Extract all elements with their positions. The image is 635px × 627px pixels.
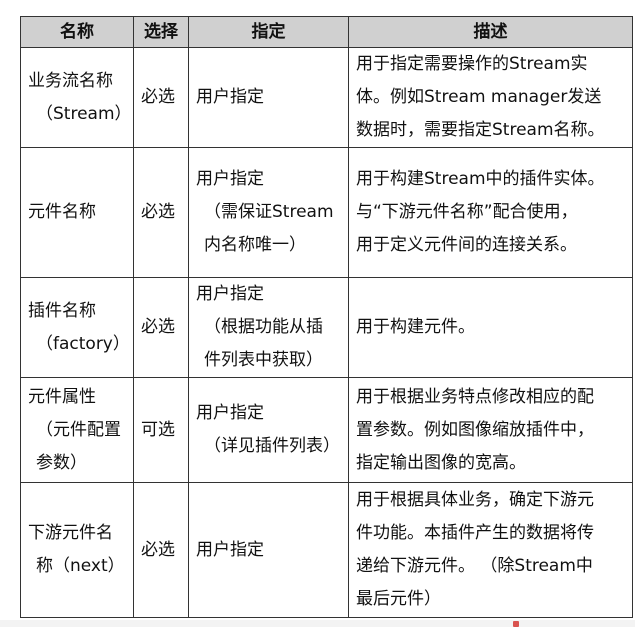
table-body: 业务流名称 （Stream） 必选 用户指定 用于指定需要操作的Stream实 体。例如S… bbox=[20, 47, 633, 618]
cell-choice: 必选 bbox=[133, 47, 189, 148]
header-spec: 指定 bbox=[188, 16, 349, 48]
cell-spec-line: 内名称唯一） bbox=[204, 235, 306, 255]
cell-spec: 用户指定 bbox=[188, 482, 349, 618]
cell-desc-line: 用于指定需要操作的Stream实 bbox=[356, 54, 588, 74]
cell-name-line: （Stream） bbox=[36, 103, 132, 124]
cell-desc: 用于根据具体业务，确定下游元 件功能。本插件产生的数据将传 递给下游元件。 （除St… bbox=[348, 482, 633, 618]
cell-name: 插件名称 （factory） bbox=[20, 277, 134, 378]
cell-spec-line: （根据功能从插 bbox=[204, 317, 323, 337]
cell-name-line: 称（next） bbox=[36, 556, 125, 576]
cell-desc-line: 置参数。例如图像缩放插件中， bbox=[356, 419, 594, 440]
cell-desc-line: 用于构建Stream中的插件实体。 bbox=[356, 169, 605, 189]
cell-name: 元件名称 bbox=[20, 147, 134, 278]
table-row: 元件名称 必选 用户指定 （需保证Stream 内名称唯一） 用于构建Stream中的插件… bbox=[20, 147, 633, 278]
cell-name-line: 下游元件名 bbox=[28, 523, 113, 543]
table-row: 元件属性 （元件配置参数） 可选 用户指定 （详见插件列表） 用于根据业务特点修改相应的配… bbox=[20, 377, 633, 483]
cell-spec-line: 用户指定 bbox=[196, 539, 264, 560]
cell-name-line: 元件属性 bbox=[28, 386, 96, 407]
cell-name-line: 插件名称 bbox=[28, 300, 96, 321]
cell-desc-line: 用于根据业务特点修改相应的配 bbox=[356, 386, 594, 407]
corner-mark bbox=[513, 621, 519, 627]
cell-spec: 用户指定 （根据功能从插 件列表中获取） bbox=[188, 277, 349, 378]
header-name: 名称 bbox=[20, 16, 134, 48]
cell-desc: 用于根据业务特点修改相应的配 置参数。例如图像缩放插件中， 指定输出图像的宽高。 bbox=[348, 377, 633, 483]
table-row: 业务流名称 （Stream） 必选 用户指定 用于指定需要操作的Stream实 体。例如S… bbox=[20, 47, 633, 148]
header-choice: 选择 bbox=[133, 16, 189, 48]
cell-desc-line: 递给下游元件。 （除Stream中 bbox=[356, 556, 593, 576]
cell-choice: 必选 bbox=[133, 482, 189, 618]
cell-spec: 用户指定 （详见插件列表） bbox=[188, 377, 349, 483]
cell-spec-line: 用户指定 bbox=[196, 284, 264, 304]
cell-choice: 必选 bbox=[133, 147, 189, 278]
cell-name: 下游元件名称（next） bbox=[20, 482, 134, 618]
cell-desc-line: 用于根据具体业务，确定下游元 bbox=[356, 490, 594, 510]
cell-spec: 用户指定 （需保证Stream 内名称唯一） bbox=[188, 147, 349, 278]
page-bottom-edge bbox=[0, 620, 635, 627]
cell-desc-line: 体。例如Stream manager发送 bbox=[356, 87, 602, 107]
cell-desc-line: 指定输出图像的宽高。 bbox=[356, 452, 526, 473]
table-row: 下游元件名 称（next） 必选 用户指定 用于根据具体业务，确定下游元 件功能。本插件产… bbox=[20, 482, 633, 618]
cell-desc: 用于构建元件。 bbox=[348, 277, 633, 378]
cell-choice: 可选 bbox=[133, 377, 189, 483]
cell-spec: 用户指定 bbox=[188, 47, 349, 148]
cell-desc-line: 用于构建元件。 bbox=[356, 317, 475, 337]
cell-spec-line: 用户指定 bbox=[196, 169, 264, 189]
cell-desc-line: 件功能。本插件产生的数据将传 bbox=[356, 523, 594, 543]
cell-choice: 必选 bbox=[133, 277, 189, 378]
cell-name-line: （元件配置 bbox=[36, 419, 121, 440]
cell-desc-line: 与“下游元件名称”配合使用， bbox=[356, 202, 578, 222]
cell-spec-line: 件列表中获取） bbox=[204, 350, 323, 370]
cell-spec-line: 用户指定 bbox=[196, 403, 264, 423]
cell-name-line: 元件名称 bbox=[28, 202, 96, 222]
cell-desc: 用于指定需要操作的Stream实 体。例如Stream manager发送 数据时，… bbox=[348, 47, 633, 148]
header-desc: 描述 bbox=[348, 16, 633, 48]
header-row: 名称 选择 指定 描述 bbox=[20, 16, 633, 48]
cell-desc: 用于构建Stream中的插件实体。 与“下游元件名称”配合使用， 用于定义元件间的连… bbox=[348, 147, 633, 278]
cell-spec-line: 用户指定 bbox=[196, 87, 264, 107]
cell-name-line: （factory） bbox=[36, 333, 130, 354]
cell-name-line: 业务流名称 bbox=[28, 70, 113, 91]
cell-desc-line: 最后元件） bbox=[356, 589, 441, 609]
cell-name-line: 参数） bbox=[36, 452, 87, 473]
cell-desc-line: 数据时，需要指定Stream名称。 bbox=[356, 120, 605, 140]
cell-desc-line: 用于定义元件间的连接关系。 bbox=[356, 235, 577, 255]
cell-name: 业务流名称 （Stream） bbox=[20, 47, 134, 148]
spec-table: 名称 选择 指定 描述 业务流名称 （Stream） 必选 用户指定 用于指定需要操作的… bbox=[20, 16, 633, 618]
cell-spec-line: （详见插件列表） bbox=[204, 436, 340, 456]
table-row: 插件名称 （factory） 必选 用户指定 （根据功能从插 件列表中获取） 用于构建元件。 bbox=[20, 277, 633, 378]
cell-spec-line: （需保证Stream bbox=[204, 202, 334, 222]
cell-name: 元件属性 （元件配置参数） bbox=[20, 377, 134, 483]
